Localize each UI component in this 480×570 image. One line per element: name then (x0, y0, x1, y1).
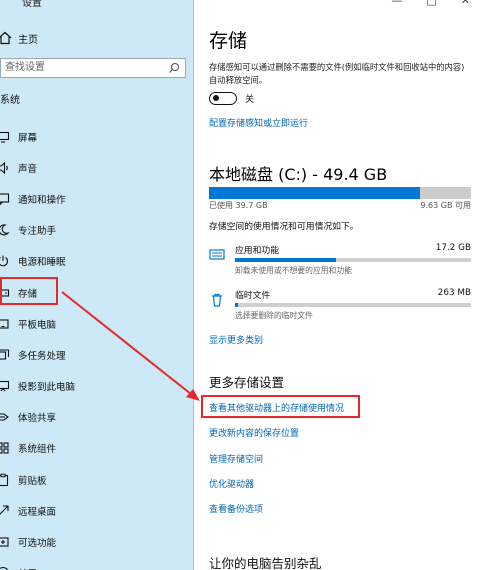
window-title: 设置 (22, 0, 42, 9)
sidebar-item-label: 屏幕 (18, 132, 38, 144)
search-icon (169, 62, 180, 73)
sidebar-item-label: 投影到此电脑 (18, 382, 76, 394)
trash-icon (212, 293, 222, 307)
notification-icon (0, 193, 10, 206)
page-title: 存储 (209, 30, 248, 52)
optional-features-icon (0, 537, 9, 547)
sidebar-home-label: 主页 (18, 34, 38, 46)
other-drives-highlight-box (201, 395, 360, 418)
toggle-state-label: 关 (245, 95, 255, 105)
home-icon (0, 31, 12, 45)
toggle-knob (213, 95, 219, 101)
category-usage-fill (235, 258, 337, 262)
sidebar-item-remote-desktop[interactable]: 远程桌面 (0, 495, 193, 526)
project-icon (0, 381, 10, 392)
clipboard-icon (0, 473, 9, 486)
view-backup-options-link[interactable]: 查看备份选项 (209, 502, 263, 515)
speaker-icon (0, 161, 8, 174)
storage-sense-toggle[interactable] (209, 92, 237, 105)
sidebar-item-system-components[interactable]: 系统组件 (0, 433, 193, 464)
sidebar-item-about[interactable]: 关于 (0, 558, 193, 570)
disk-title: 本地磁盘 (C:) - 49.4 GB (209, 165, 388, 184)
sidebar-item-label: 电源和睡眠 (18, 257, 66, 269)
category-name: 临时文件 (235, 291, 271, 301)
category-name: 应用和功能 (235, 246, 279, 256)
storage-highlight-box (0, 277, 58, 305)
power-icon (0, 255, 8, 267)
category-subtext: 卸载未使用或不想要的应用和功能 (235, 266, 352, 275)
disk-free-label: 9.63 GB 可用 (420, 201, 471, 210)
share-icon (0, 413, 9, 421)
manage-storage-spaces-link[interactable]: 管理存储空间 (209, 452, 263, 465)
window-controls: — □ ✕ (391, 0, 480, 7)
category-usage-bar (235, 303, 471, 307)
sidebar-item-label: 声音 (18, 163, 38, 175)
sidebar-item-display[interactable]: 屏幕 (0, 121, 193, 152)
sidebar-item-label: 关于 (18, 566, 37, 570)
tablet-icon (0, 319, 9, 329)
sidebar-item-multitasking[interactable]: 多任务处理 (0, 339, 193, 370)
sidebar-item-label: 远程桌面 (18, 506, 57, 518)
declutter-title: 让你的电脑告别杂乱 (209, 556, 322, 570)
monitor-icon (0, 131, 10, 143)
sidebar-item-label: 系统组件 (18, 444, 57, 456)
sidebar: 设置 主页 查找设置 系统 屏幕 声音 通知和操作 专注助手 电源和睡眠 存储 … (0, 0, 193, 570)
sidebar-item-label: 可选功能 (18, 538, 57, 550)
sidebar-item-label: 专注助手 (18, 226, 57, 238)
sidebar-nav: 屏幕 声音 通知和操作 专注助手 电源和睡眠 存储 平板电脑 多任务处理 投影到… (0, 121, 193, 570)
sidebar-item-optional-features[interactable]: 可选功能 (0, 526, 193, 557)
sidebar-item-label: 剪贴板 (18, 475, 47, 487)
category-size: 17.2 GB (435, 243, 471, 253)
search-input[interactable]: 查找设置 (0, 58, 186, 78)
main-content: — □ ✕ 存储 存储感知可以通过删除不需要的文件(例如临时文件和回收站中的内容… (194, 0, 480, 570)
disk-used-label: 已使用 39.7 GB (209, 201, 268, 210)
components-icon (0, 442, 9, 455)
sidebar-home[interactable]: 主页 (0, 29, 38, 47)
section-label-system: 系统 (0, 95, 20, 106)
optimize-drives-link[interactable]: 优化驱动器 (209, 477, 254, 490)
configure-storage-sense-link[interactable]: 配置存储感知或立即运行 (209, 116, 308, 129)
more-storage-settings-title: 更多存储设置 (209, 375, 285, 390)
category-temp-files[interactable]: 临时文件 263 MB 选择要删除的临时文件 (209, 288, 471, 320)
moon-icon (0, 224, 10, 236)
usage-description: 存储空间的使用情况和可用情况如下。 (209, 222, 359, 232)
sidebar-item-label: 多任务处理 (18, 350, 66, 362)
disk-usage-fill (209, 187, 420, 199)
storage-sense-toggle-row: 关 (209, 92, 254, 105)
search-placeholder: 查找设置 (5, 62, 45, 73)
storage-sense-description: 存储感知可以通过删除不需要的文件(例如临时文件和回收站中的内容)自动释放空间。 (209, 62, 465, 85)
remote-desktop-icon (0, 505, 9, 515)
show-more-categories-link[interactable]: 显示更多类别 (209, 333, 263, 346)
sidebar-item-project[interactable]: 投影到此电脑 (0, 371, 193, 402)
sidebar-item-sound[interactable]: 声音 (0, 152, 193, 183)
sidebar-item-focus-assist[interactable]: 专注助手 (0, 215, 193, 246)
disk-usage-labels: 已使用 39.7 GB 9.63 GB 可用 (209, 200, 471, 211)
multitask-icon (0, 349, 10, 360)
close-button[interactable]: ✕ (461, 0, 470, 7)
sidebar-item-shared-experiences[interactable]: 体验共享 (0, 402, 193, 433)
category-usage-bar (235, 258, 471, 262)
sidebar-item-clipboard[interactable]: 剪贴板 (0, 464, 193, 495)
category-apps[interactable]: 应用和功能 17.2 GB 卸载未使用或不想要的应用和功能 (209, 243, 471, 275)
disk-usage-bar (209, 187, 471, 199)
sidebar-item-tablet[interactable]: 平板电脑 (0, 308, 193, 339)
apps-icon (209, 249, 225, 260)
sidebar-item-power-sleep[interactable]: 电源和睡眠 (0, 246, 193, 277)
minimize-button[interactable]: — (391, 0, 402, 7)
info-icon (0, 567, 9, 570)
change-save-location-link[interactable]: 更改新内容的保存位置 (209, 426, 299, 439)
sidebar-item-label: 平板电脑 (18, 319, 57, 331)
category-size: 263 MB (437, 288, 471, 298)
sidebar-item-notifications[interactable]: 通知和操作 (0, 183, 193, 214)
maximize-button[interactable]: □ (426, 0, 436, 7)
category-usage-fill (235, 303, 238, 307)
sidebar-item-label: 通知和操作 (18, 194, 66, 206)
sidebar-item-label: 体验共享 (18, 413, 57, 425)
category-subtext: 选择要删除的临时文件 (235, 311, 313, 320)
